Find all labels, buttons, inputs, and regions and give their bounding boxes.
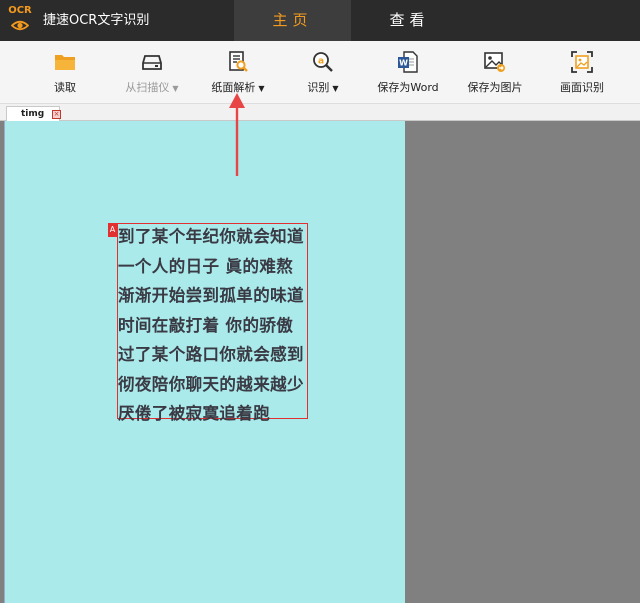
folder-icon <box>55 55 75 70</box>
from-scanner-label: 从扫描仪 ▼ <box>125 81 179 94</box>
eye-icon <box>11 20 29 31</box>
word-icon: W <box>398 51 418 73</box>
image-text-line: 厌倦了被寂寞追着跑 <box>118 404 271 423</box>
recognize-button[interactable]: a 识别 ▼ <box>290 41 356 104</box>
read-button[interactable]: 读取 <box>30 41 100 104</box>
dropdown-arrow-icon: ▼ <box>258 84 265 93</box>
save-as-image-button[interactable]: 保存为图片 <box>462 41 528 104</box>
save-as-image-label: 保存为图片 <box>467 81 523 94</box>
image-text-line: 一个人的日子 眞的难熬 <box>118 256 294 276</box>
dropdown-arrow-icon: ▼ <box>172 84 179 93</box>
save-as-word-button[interactable]: W 保存为Word <box>370 41 446 104</box>
image-text-line: 过了某个路口你就会感到 <box>118 345 304 364</box>
svg-text:a: a <box>318 57 324 67</box>
screen-recognize-label: 画面识别 <box>560 81 604 94</box>
image-text-line: 到了某个年纪你就会知道 <box>118 227 304 246</box>
document-tab-strip: timg × <box>0 104 640 121</box>
image-text-line: 彻夜陪你聊天的越来越少 <box>118 374 304 394</box>
image-text-line: 渐渐开始尝到孤单的味道 <box>118 286 304 305</box>
image-text-line: 时间在敲打着 你的骄傲 <box>118 315 294 335</box>
app-logo: OCR <box>6 5 34 35</box>
tab-home[interactable]: 主页 <box>234 0 351 41</box>
screen-recognize-icon <box>571 51 593 73</box>
document-tab-timg[interactable]: timg × <box>6 106 61 121</box>
toolbar: 读取 从扫描仪 ▼ 纸面解析 ▼ a 识别 ▼ W 保存为Word 保存为图片 … <box>0 41 640 104</box>
svg-text:W: W <box>399 59 408 68</box>
screen-recognize-button[interactable]: 画面识别 <box>550 41 614 104</box>
app-logo-text: OCR <box>8 5 32 16</box>
page-analyze-icon <box>229 51 248 72</box>
image-viewer[interactable] <box>0 121 640 603</box>
save-image-icon <box>484 52 505 72</box>
image-text-block: 到了某个年纪你就会知道 一个人的日子 眞的难熬 渐渐开始尝到孤单的味道 时间在敲… <box>118 222 304 429</box>
from-scanner-button[interactable]: 从扫描仪 ▼ <box>112 41 192 104</box>
pointer-arrow-icon <box>229 93 245 176</box>
title-bar: OCR 捷速OCR文字识别 主页 查看 <box>0 0 640 41</box>
read-label: 读取 <box>54 81 76 94</box>
document-tab-label: timg <box>21 109 45 119</box>
save-as-word-label: 保存为Word <box>377 81 439 94</box>
scanner-icon <box>142 55 162 70</box>
app-title: 捷速OCR文字识别 <box>43 13 150 28</box>
dropdown-arrow-icon: ▼ <box>332 84 339 93</box>
recognize-label: 识别 ▼ <box>307 81 339 94</box>
close-icon[interactable]: × <box>52 110 61 119</box>
text-region-tag: A <box>108 223 117 237</box>
recognize-icon: a <box>313 52 333 72</box>
tab-view[interactable]: 查看 <box>351 0 468 41</box>
